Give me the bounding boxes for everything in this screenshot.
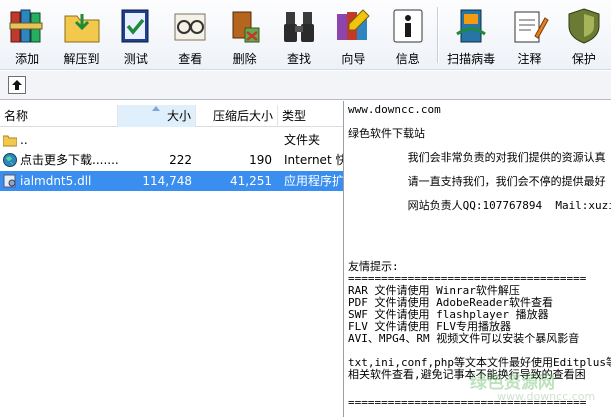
scan-virus-icon: [451, 6, 491, 46]
file-size: 222: [169, 153, 192, 167]
delete-icon: [225, 6, 265, 46]
file-size: [118, 130, 192, 150]
test-button[interactable]: 测试: [109, 0, 163, 70]
file-packed-size: 41,251: [230, 174, 272, 188]
view-glasses-icon: [170, 6, 210, 46]
scan-virus-button[interactable]: 扫描病毒: [440, 0, 502, 70]
comment-button[interactable]: 注释: [502, 0, 556, 70]
find-binoculars-icon: [279, 6, 319, 46]
column-packed-size[interactable]: 压缩后大小: [196, 105, 278, 127]
viewer-line: AVI、MPG4、RM 视频文件可以安装个暴风影音: [348, 332, 580, 345]
info-icon: [388, 6, 428, 46]
dll-file-icon: [3, 174, 16, 188]
file-row-parent[interactable]: .. 文件夹: [0, 130, 343, 150]
file-packed-size: [196, 130, 272, 150]
sort-ascending-icon: [152, 106, 160, 111]
extract-to-button[interactable]: 解压到: [54, 0, 108, 70]
wizard-button[interactable]: 向导: [326, 0, 380, 70]
file-list: 名称 大小 压缩后大小 类型 .. 文件夹 点击更多下载....... 222 …: [0, 101, 344, 417]
viewer-line: 绿色软件下载站: [348, 127, 425, 140]
viewer-line: 网站负责人QQ:107767894 Mail:xuzihua: [348, 199, 611, 212]
view-button[interactable]: 查看: [163, 0, 217, 70]
internet-globe-icon: [3, 153, 17, 167]
books-add-icon: [7, 6, 47, 46]
protect-shield-icon: [564, 6, 604, 46]
info-button[interactable]: 信息: [381, 0, 435, 70]
column-name[interactable]: 名称: [0, 105, 118, 127]
find-button[interactable]: 查找: [272, 0, 326, 70]
file-size: 114,748: [142, 174, 192, 188]
file-type: 应用程序扩: [284, 174, 344, 188]
file-type: 文件夹: [284, 133, 321, 147]
file-row-shortcut[interactable]: 点击更多下载....... 222 190 Internet 快: [0, 150, 344, 170]
test-check-icon: [116, 6, 156, 46]
toolbar-separator: [437, 7, 438, 63]
toolbar: 添加 解压到 测试 查看 删除 查找 向导 信息 扫描病毒 注释 保护: [0, 0, 611, 70]
wizard-icon: [333, 6, 373, 46]
file-name: 点击更多下载.......: [20, 153, 118, 167]
file-type: Internet 快: [284, 153, 344, 167]
extract-folder-icon: [62, 6, 102, 46]
add-button[interactable]: 添加: [0, 0, 54, 70]
column-type[interactable]: 类型: [278, 105, 343, 127]
file-list-header: 名称 大小 压缩后大小 类型: [0, 105, 343, 127]
path-bar: [0, 71, 611, 100]
viewer-line: 请一直支持我们，我们会不停的提供最好: [348, 175, 606, 188]
viewer-line: 我们会非常负责的对我们提供的资源认真: [348, 151, 606, 164]
delete-button[interactable]: 删除: [218, 0, 272, 70]
file-name: ialmdnt5.dll: [20, 174, 92, 188]
comment-icon: [509, 6, 550, 46]
file-packed-size: 190: [249, 153, 272, 167]
protect-button[interactable]: 保护: [557, 0, 611, 70]
viewer-line: www.downcc.com: [348, 103, 441, 116]
file-name: ..: [20, 133, 28, 147]
folder-icon: [3, 135, 17, 147]
up-folder-button[interactable]: [8, 76, 26, 94]
file-row-dll[interactable]: ialmdnt5.dll 114,748 41,251 应用程序扩: [0, 171, 344, 191]
column-size[interactable]: 大小: [118, 105, 196, 127]
watermark-url: www.downcc.com: [497, 390, 596, 403]
arrow-up-icon: [12, 80, 22, 90]
